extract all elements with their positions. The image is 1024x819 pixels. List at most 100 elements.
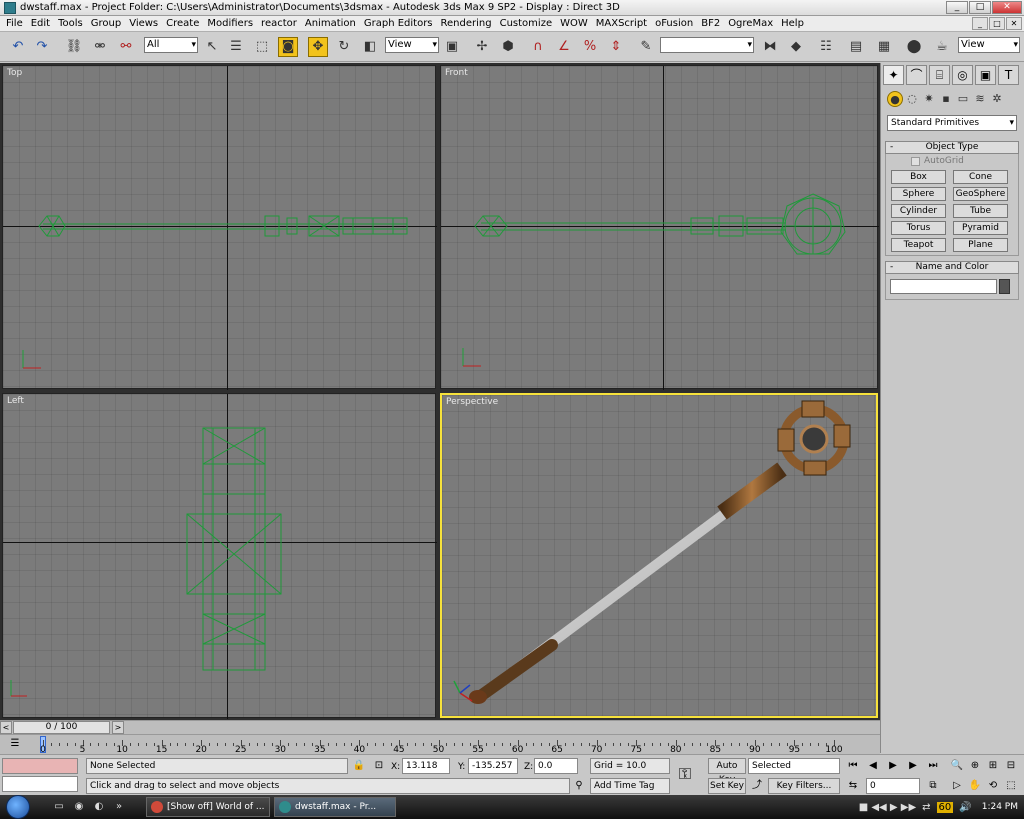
render-scene-icon[interactable]: ☕ xyxy=(932,37,952,57)
minimize-button[interactable]: _ xyxy=(946,1,968,14)
add-time-tag-button[interactable]: Add Time Tag xyxy=(590,778,670,794)
maximize-button[interactable]: □ xyxy=(969,1,991,14)
menu-file[interactable]: File xyxy=(2,18,27,29)
media-player-icon[interactable]: ◉ xyxy=(72,801,86,813)
schematic-view-icon[interactable]: ▦ xyxy=(874,37,894,57)
taskbar-item-browser[interactable]: [Show off] World of ... xyxy=(146,797,270,817)
z-coordinate-input[interactable]: 0.0 xyxy=(534,758,578,774)
display-tab-icon[interactable]: ▣ xyxy=(975,65,996,85)
create-tab-icon[interactable]: ✦ xyxy=(883,65,904,85)
layer-manager-icon[interactable]: ☷ xyxy=(816,37,836,57)
reference-coordinate-dropdown[interactable]: View xyxy=(385,37,439,53)
autogrid-checkbox[interactable] xyxy=(911,156,920,166)
y-coordinate-input[interactable]: -135.257 xyxy=(468,758,518,774)
space-warps-icon[interactable]: ≋ xyxy=(972,91,988,107)
taskbar-item-3dsmax[interactable]: dwstaff.max - Pr... xyxy=(274,797,396,817)
go-to-start-icon[interactable]: ⏮ xyxy=(846,759,860,773)
viewport-top[interactable]: Top xyxy=(2,65,437,390)
motion-tab-icon[interactable]: ◎ xyxy=(952,65,973,85)
chrome-icon[interactable]: ◐ xyxy=(92,801,106,813)
menu-animation[interactable]: Animation xyxy=(301,18,360,29)
autogrid-option[interactable]: AutoGrid xyxy=(911,156,964,166)
mirror-icon[interactable]: ⧓ xyxy=(760,37,780,57)
object-color-swatch[interactable] xyxy=(999,279,1010,294)
key-filters-button[interactable]: Key Filters... xyxy=(768,778,840,794)
zoom-extents-icon[interactable]: ⊞ xyxy=(986,759,1000,773)
next-frame-icon[interactable]: ▶ xyxy=(906,759,920,773)
keyboard-shortcut-override-icon[interactable]: ⬢ xyxy=(498,37,518,57)
pyramid-button[interactable]: Pyramid xyxy=(953,221,1008,235)
spinner-snap-icon[interactable]: ⇕ xyxy=(606,37,626,57)
menu-graph-editors[interactable]: Graph Editors xyxy=(360,18,437,29)
menu-reactor[interactable]: reactor xyxy=(257,18,301,29)
time-slider-thumb[interactable]: 0 / 100 xyxy=(13,721,110,734)
render-type-dropdown[interactable]: View xyxy=(958,37,1020,53)
x-coordinate-input[interactable]: 13.118 xyxy=(402,758,450,774)
time-configuration-icon[interactable]: ⧉ xyxy=(926,779,940,793)
systems-icon[interactable]: ✲ xyxy=(989,91,1005,107)
key-mode-toggle-icon[interactable]: ⇆ xyxy=(846,779,860,793)
modify-tab-icon[interactable]: ⌒ xyxy=(906,65,927,85)
absolute-mode-transform-icon[interactable]: ⊡ xyxy=(372,759,386,773)
viewport-left[interactable]: Left xyxy=(2,393,437,719)
name-and-color-rollout-header[interactable]: - Name and Color xyxy=(885,261,1019,274)
object-type-rollout-header[interactable]: - Object Type xyxy=(885,141,1019,154)
percent-snap-icon[interactable]: % xyxy=(580,37,600,57)
undo-icon[interactable]: ↶ xyxy=(8,37,28,57)
viewport-front[interactable]: Front xyxy=(440,65,879,390)
menu-edit[interactable]: Edit xyxy=(27,18,54,29)
maxscript-listener-mini[interactable] xyxy=(2,758,78,774)
zoom-extents-all-icon[interactable]: ⊟ xyxy=(1004,759,1018,773)
cameras-icon[interactable]: ▪ xyxy=(938,91,954,107)
set-key-button[interactable]: Set Key xyxy=(708,778,746,794)
set-keys-icon[interactable]: ⚿ xyxy=(678,766,692,782)
play-icon[interactable]: ▶ xyxy=(886,759,900,773)
material-editor-icon[interactable]: ⬤ xyxy=(904,37,924,57)
shapes-icon[interactable]: ◌ xyxy=(904,91,920,107)
select-object-icon[interactable]: ↖ xyxy=(202,37,222,57)
select-by-name-icon[interactable]: ☰ xyxy=(226,37,246,57)
snaps-toggle-icon[interactable]: ∩ xyxy=(528,37,548,57)
menu-help[interactable]: Help xyxy=(777,18,808,29)
doc-close-button[interactable]: ✕ xyxy=(1006,17,1022,30)
select-and-move-icon[interactable]: ✥ xyxy=(308,37,328,57)
mini-curve-editor-icon[interactable]: ☰ xyxy=(8,737,22,751)
cone-button[interactable]: Cone xyxy=(953,170,1008,184)
arc-rotate-icon[interactable]: ⟲ xyxy=(986,779,1000,793)
select-and-scale-icon[interactable]: ◧ xyxy=(360,37,380,57)
cylinder-button[interactable]: Cylinder xyxy=(891,204,946,218)
zoom-all-icon[interactable]: ⊕ xyxy=(968,759,982,773)
tube-button[interactable]: Tube xyxy=(953,204,1008,218)
menu-wow[interactable]: WOW xyxy=(556,18,592,29)
menu-customize[interactable]: Customize xyxy=(496,18,557,29)
lights-icon[interactable]: ✷ xyxy=(921,91,937,107)
bind-space-warp-icon[interactable]: ⚯ xyxy=(116,37,136,57)
angle-snap-icon[interactable]: ∠ xyxy=(554,37,574,57)
volume-icon[interactable]: 🔊 xyxy=(959,802,971,813)
primitive-category-dropdown[interactable]: Standard Primitives xyxy=(887,115,1017,131)
show-desktop-icon[interactable]: ▭ xyxy=(52,801,66,813)
menu-maxscript[interactable]: MAXScript xyxy=(592,18,651,29)
menu-create[interactable]: Create xyxy=(162,18,203,29)
pivot-center-icon[interactable]: ▣ xyxy=(442,37,462,57)
select-and-rotate-icon[interactable]: ↻ xyxy=(334,37,354,57)
time-slider-next-button[interactable]: > xyxy=(112,721,124,734)
curve-editor-icon[interactable]: ▤ xyxy=(846,37,866,57)
go-to-end-icon[interactable]: ⏭ xyxy=(926,759,940,773)
previous-frame-icon[interactable]: ◀ xyxy=(866,759,880,773)
menu-ogremax[interactable]: OgreMax xyxy=(724,18,777,29)
hierarchy-tab-icon[interactable]: ⌸ xyxy=(929,65,950,85)
default-tangent-icon[interactable]: ⤴ xyxy=(750,779,764,793)
box-button[interactable]: Box xyxy=(891,170,946,184)
window-crossing-icon[interactable]: ◙ xyxy=(278,37,298,57)
teapot-button[interactable]: Teapot xyxy=(891,238,946,252)
object-name-input[interactable] xyxy=(890,279,997,294)
sphere-button[interactable]: Sphere xyxy=(891,187,946,201)
time-slider[interactable]: < 0 / 100 > xyxy=(0,720,880,734)
select-link-icon[interactable]: ⛓ xyxy=(64,37,84,57)
align-icon[interactable]: ◆ xyxy=(786,37,806,57)
utilities-tab-icon[interactable]: T xyxy=(998,65,1019,85)
start-button[interactable] xyxy=(6,795,30,819)
media-controls-icon[interactable]: ■ ◀◀ ▶ ▶▶ xyxy=(859,802,916,813)
close-button[interactable]: ✕ xyxy=(992,1,1022,14)
